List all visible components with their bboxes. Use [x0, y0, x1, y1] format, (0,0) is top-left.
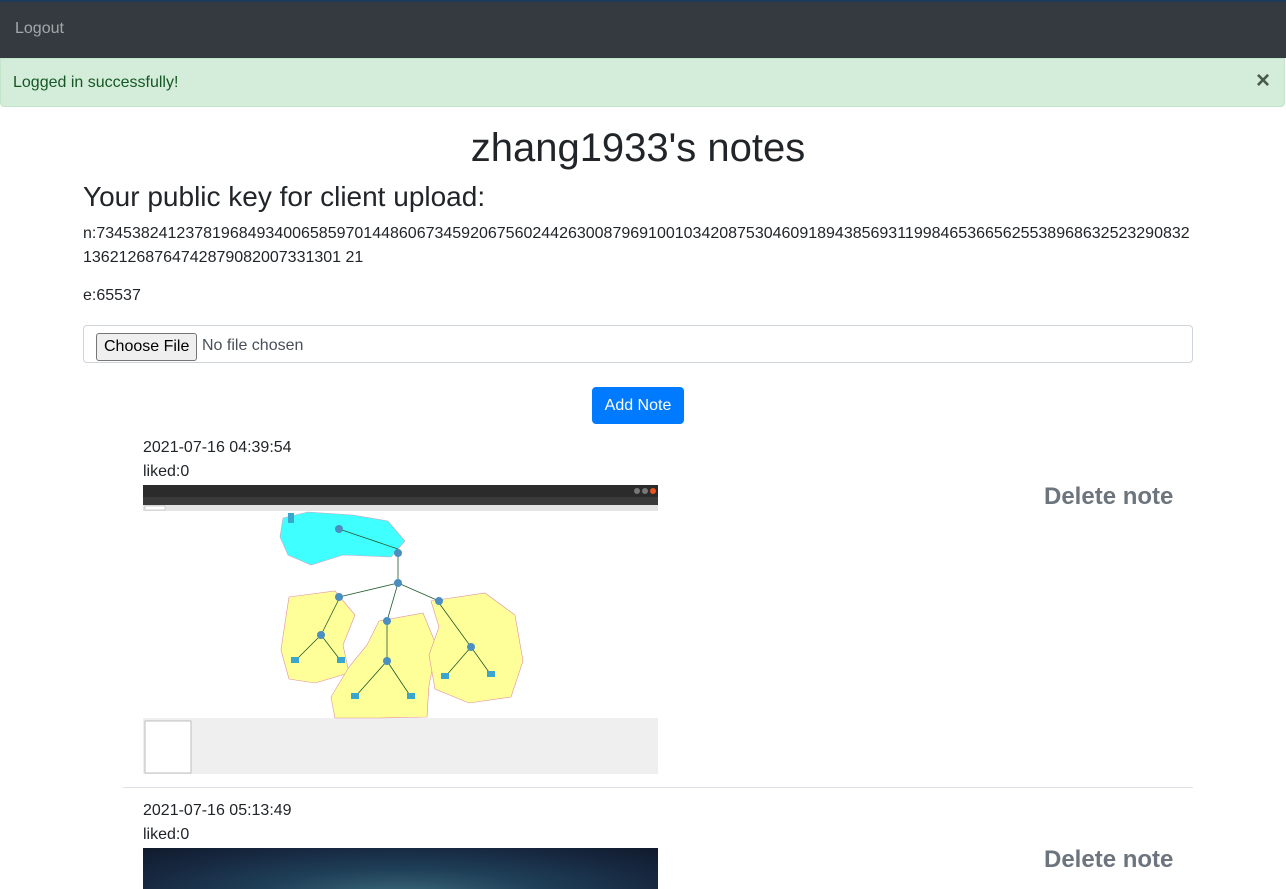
- alert-message: Logged in successfully!: [13, 74, 179, 91]
- choose-file-button[interactable]: Choose File: [96, 333, 198, 361]
- network-topology-image: [143, 485, 658, 774]
- note-divider: [123, 787, 1193, 788]
- close-icon[interactable]: ×: [1256, 69, 1270, 93]
- note-liked: liked:0: [143, 826, 190, 843]
- add-note-button[interactable]: Add Note: [592, 387, 684, 424]
- file-status: No file chosen: [202, 337, 304, 354]
- delete-note-link[interactable]: Delete note: [1044, 846, 1173, 874]
- delete-note-link[interactable]: Delete note: [1044, 483, 1173, 511]
- navbar: Logout: [0, 0, 1286, 58]
- public-key-heading: Your public key for client upload:: [83, 181, 486, 212]
- public-key-e: e:65537: [83, 287, 141, 304]
- page-title: zhang1933's notes: [470, 126, 806, 170]
- note-image: [143, 848, 658, 889]
- note-image: [143, 485, 658, 774]
- file-input[interactable]: Choose File No file chosen: [83, 325, 1193, 363]
- note-date: 2021-07-16 05:13:49: [143, 802, 292, 819]
- note-liked: liked:0: [143, 463, 190, 480]
- public-key-n: n:73453824123781968493400658597014486067…: [83, 225, 1190, 266]
- logout-link[interactable]: Logout: [15, 20, 64, 38]
- success-alert: Logged in successfully! ×: [0, 58, 1285, 107]
- note-date: 2021-07-16 04:39:54: [143, 439, 292, 456]
